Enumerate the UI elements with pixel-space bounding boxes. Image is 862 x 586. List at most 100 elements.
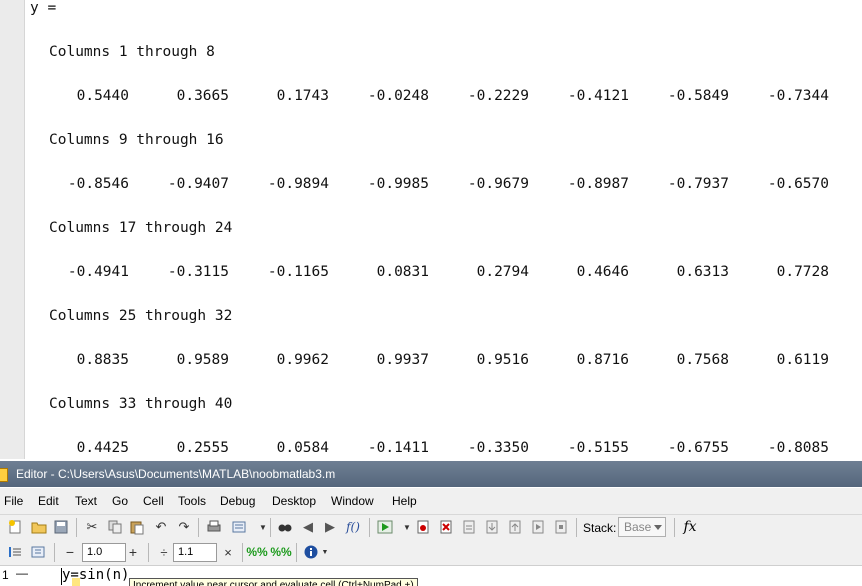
- toolbar-separator: [576, 518, 577, 537]
- columns-header: Columns 25 through 32: [49, 308, 233, 324]
- value-row: 0.5440 0.3665 0.1743 -0.0248 -0.2229 -0.4121 -…: [0, 88, 862, 108]
- toolbar-separator: [148, 543, 149, 562]
- open-file-icon[interactable]: [30, 518, 48, 536]
- continue-icon[interactable]: [529, 518, 547, 536]
- forward-arrow-icon[interactable]: ▶: [321, 518, 339, 536]
- menu-window[interactable]: Window: [331, 494, 374, 508]
- cell-mode-toolbar: − 1.0 + ÷ 1.1 × %% %% ▼: [0, 540, 862, 566]
- publish-icon[interactable]: [230, 518, 248, 536]
- editor-title-bar[interactable]: Editor - C:\Users\Asus\Documents\MATLAB\…: [0, 461, 862, 487]
- find-icon[interactable]: [276, 518, 294, 536]
- back-arrow-icon[interactable]: ◀: [299, 518, 317, 536]
- clear-breakpoints-icon[interactable]: [437, 518, 455, 536]
- menu-desktop[interactable]: Desktop: [272, 494, 316, 508]
- value-cell: -0.0248: [367, 88, 429, 104]
- insert-cell-divider-icon[interactable]: [6, 543, 24, 561]
- menu-debug[interactable]: Debug: [220, 494, 255, 508]
- exit-debug-icon[interactable]: [552, 518, 570, 536]
- divide-value-field[interactable]: 1.1: [173, 543, 217, 562]
- value-cell: -0.6570: [767, 176, 829, 192]
- line-number: 1: [2, 568, 9, 582]
- menu-edit[interactable]: Edit: [38, 494, 59, 508]
- insert-cell-icon[interactable]: [29, 543, 47, 561]
- chevron-down-icon[interactable]: ▼: [316, 543, 334, 561]
- value-row: 0.4425 0.2555 0.0584 -0.1411 -0.3350 -0.5155 -…: [0, 440, 862, 459]
- toolbar-separator: [54, 543, 55, 562]
- menu-help[interactable]: Help: [392, 494, 417, 508]
- chevron-down-icon: [654, 525, 662, 530]
- matlab-file-icon: [0, 468, 8, 482]
- menu-bar: File Edit Text Go Cell Tools Debug Deskt…: [0, 488, 862, 515]
- editor-title: Editor - C:\Users\Asus\Documents\MATLAB\…: [16, 467, 336, 481]
- evaluate-cell-advance-icon[interactable]: %%: [270, 543, 291, 561]
- value-cell: 0.0831: [376, 264, 429, 280]
- divide-button[interactable]: ÷: [155, 543, 173, 561]
- menu-file[interactable]: File: [4, 494, 23, 508]
- value-cell: 0.6119: [776, 352, 829, 368]
- columns-header: Columns 1 through 8: [49, 44, 215, 60]
- value-cell: -0.8546: [67, 176, 129, 192]
- new-file-icon[interactable]: [6, 518, 24, 536]
- decrement-button[interactable]: −: [61, 543, 79, 561]
- value-cell: 0.5440: [76, 88, 129, 104]
- variable-name-line: y =: [30, 0, 57, 16]
- command-window[interactable]: y = Columns 1 through 8 0.5440 0.3665 0.174…: [0, 0, 862, 459]
- value-cell: -0.4941: [67, 264, 129, 280]
- value-cell: 0.1743: [276, 88, 329, 104]
- value-cell: -0.9985: [367, 176, 429, 192]
- toolbar-separator: [242, 543, 243, 562]
- value-cell: -0.7937: [667, 176, 729, 192]
- step-icon[interactable]: [460, 518, 478, 536]
- step-in-icon[interactable]: [483, 518, 501, 536]
- value-row: -0.8546 -0.9407 -0.9894 -0.9985 -0.9679 -0.89…: [0, 176, 862, 196]
- fx-icon[interactable]: fx: [681, 518, 699, 536]
- multiply-button[interactable]: ×: [219, 543, 237, 561]
- copy-icon[interactable]: [106, 518, 124, 536]
- print-icon[interactable]: [205, 518, 223, 536]
- value-cell: -0.6755: [667, 440, 729, 456]
- code-line[interactable]: y=sin(n): [62, 567, 129, 583]
- run-icon[interactable]: [376, 518, 394, 536]
- save-icon[interactable]: [52, 518, 70, 536]
- value-cell: -0.9407: [167, 176, 229, 192]
- value-row: -0.4941 -0.3115 -0.1165 0.0831 0.2794 0.4646 0…: [0, 264, 862, 284]
- toolbar-separator: [369, 518, 370, 537]
- toolbar-separator: [674, 518, 675, 537]
- value-cell: 0.0584: [276, 440, 329, 456]
- value-cell: 0.9962: [276, 352, 329, 368]
- value-cell: -0.3115: [167, 264, 229, 280]
- paste-icon[interactable]: [128, 518, 146, 536]
- value-cell: -0.3350: [467, 440, 529, 456]
- value-row: 0.8835 0.9589 0.9962 0.9937 0.9516 0.8716 0.75…: [0, 352, 862, 372]
- menu-text[interactable]: Text: [75, 494, 97, 508]
- value-cell: -0.8987: [567, 176, 629, 192]
- toolbar-separator: [76, 518, 77, 537]
- set-breakpoint-icon[interactable]: [414, 518, 432, 536]
- function-browser-icon[interactable]: f(): [344, 518, 362, 536]
- undo-icon[interactable]: ↶: [152, 518, 170, 536]
- menu-cell[interactable]: Cell: [143, 494, 164, 508]
- decrement-value-field[interactable]: 1.0: [82, 543, 126, 562]
- value-cell: -0.5155: [567, 440, 629, 456]
- value-cell: -0.1411: [367, 440, 429, 456]
- toolbar-separator: [198, 518, 199, 537]
- increment-button[interactable]: +: [124, 543, 142, 561]
- menu-tools[interactable]: Tools: [178, 494, 206, 508]
- line-marker: —: [16, 566, 28, 580]
- value-cell: -0.1165: [267, 264, 329, 280]
- columns-header: Columns 33 through 40: [49, 396, 233, 412]
- command-window-gutter: [0, 0, 25, 459]
- value-cell: 0.2555: [176, 440, 229, 456]
- editor-text-area[interactable]: 1 — y=sin(n) Increment value near cursor…: [0, 566, 862, 586]
- editor-toolbar: ✂ ↶ ↷ ▼ ◀ ▶ f() ▼ Stack: Base fx: [0, 515, 862, 540]
- value-cell: 0.3665: [176, 88, 229, 104]
- columns-header: Columns 17 through 24: [49, 220, 233, 236]
- stack-select[interactable]: Base: [618, 517, 666, 537]
- menu-go[interactable]: Go: [112, 494, 128, 508]
- redo-icon[interactable]: ↷: [175, 518, 193, 536]
- cut-icon[interactable]: ✂: [83, 518, 101, 536]
- value-cell: 0.4646: [576, 264, 629, 280]
- columns-header: Columns 9 through 16: [49, 132, 224, 148]
- step-out-icon[interactable]: [506, 518, 524, 536]
- evaluate-cell-icon[interactable]: %%: [246, 543, 267, 561]
